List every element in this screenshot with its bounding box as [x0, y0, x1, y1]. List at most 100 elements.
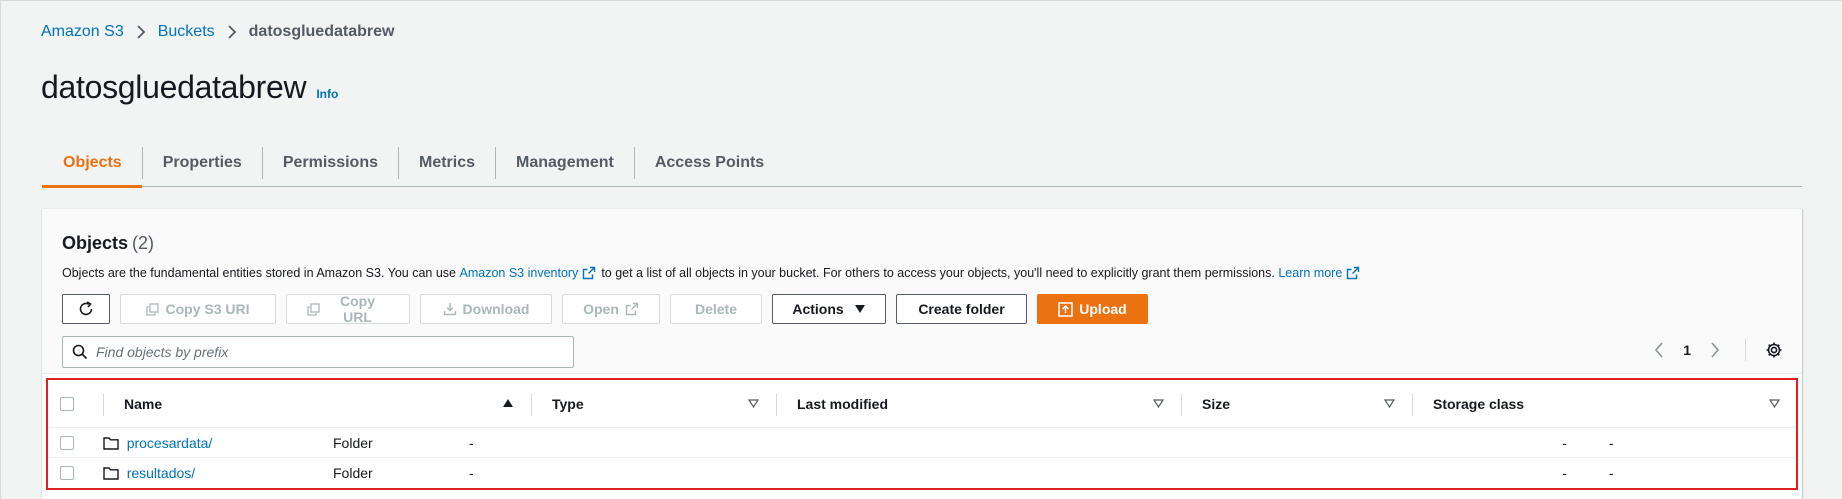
column-size-label: Size [1202, 395, 1231, 412]
info-link[interactable]: Info [316, 87, 338, 101]
panel-title-text: Objects [62, 233, 129, 253]
tab-access-points[interactable]: Access Points [633, 146, 784, 179]
pager-divider [1745, 339, 1746, 361]
sort-icon [1153, 399, 1164, 408]
objects-panel-header: Objects (2) Objects are the fundamental e… [42, 209, 1802, 374]
column-header-storage-class[interactable]: Storage class [1413, 380, 1796, 427]
copy-url-label: Copy URL [340, 293, 375, 325]
object-link[interactable]: resultados/ [127, 465, 195, 481]
tab-objects[interactable]: Objects [42, 147, 142, 188]
gear-icon[interactable] [1764, 341, 1784, 359]
name-cell: resultados/ [83, 458, 313, 488]
sort-icon [1384, 399, 1395, 408]
title-row: datosgluedatabrew Info [41, 69, 338, 106]
actions-label: Actions [792, 301, 844, 317]
open-label: Open [583, 301, 619, 317]
search-icon [72, 344, 88, 360]
tab-management[interactable]: Management [495, 146, 634, 179]
column-header-size[interactable]: Size [1182, 380, 1413, 427]
chevron-left-icon[interactable] [1649, 342, 1669, 358]
external-link-icon [582, 266, 596, 280]
column-storage-class-label: Storage class [1433, 395, 1525, 412]
column-header-last-modified[interactable]: Last modified [777, 380, 1182, 427]
chevron-right-icon[interactable] [1705, 342, 1725, 358]
sort-icon [1769, 399, 1780, 408]
caret-down-icon [854, 304, 866, 314]
download-icon [443, 302, 457, 316]
objects-panel: Objects (2) Objects are the fundamental e… [42, 208, 1802, 499]
size-cell: - [1562, 434, 1567, 451]
breadcrumb-current: datosgluedatabrew [248, 23, 395, 40]
storage-class-cell: - [1608, 465, 1614, 481]
download-button[interactable]: Download [420, 294, 552, 324]
upload-icon [1058, 301, 1074, 317]
name-cell: procesardata/ [83, 428, 313, 457]
tab-metrics[interactable]: Metrics [397, 146, 495, 179]
row-select-cell [48, 458, 83, 488]
upload-label: Upload [1079, 301, 1127, 317]
delete-label: Delete [694, 301, 738, 317]
sort-ascending-icon [502, 398, 514, 408]
table-row[interactable]: resultados/ Folder - - - [48, 458, 1796, 488]
objects-toolbar: Copy S3 URI Copy URL Download Open Delet… [62, 293, 1148, 325]
refresh-icon [78, 301, 94, 317]
sort-icon [748, 399, 759, 408]
actions-dropdown[interactable]: Actions [772, 294, 886, 324]
breadcrumb-buckets[interactable]: Buckets [158, 23, 215, 41]
folder-icon [102, 436, 119, 450]
tab-permissions[interactable]: Permissions [261, 146, 398, 179]
external-link-icon [1346, 266, 1360, 280]
open-button[interactable]: Open [562, 294, 660, 324]
create-folder-button[interactable]: Create folder [896, 294, 1027, 324]
page-number[interactable]: 1 [1683, 342, 1691, 358]
column-header-type[interactable]: Type [532, 380, 777, 427]
copy-s3-uri-label: Copy S3 URI [165, 301, 250, 317]
chevron-right-icon [136, 25, 146, 39]
select-all-cell [48, 380, 104, 427]
row-checkbox[interactable] [60, 435, 74, 450]
table-row[interactable]: procesardata/ Folder - - - [48, 428, 1796, 458]
create-folder-label: Create folder [918, 301, 1005, 317]
storage-class-cell: - [1608, 434, 1614, 451]
panel-title: Objects (2) [62, 233, 154, 254]
delete-button[interactable]: Delete [670, 294, 762, 324]
learn-more-link[interactable]: Learn more [1278, 266, 1342, 280]
object-count: (2) [132, 233, 155, 253]
column-header-name[interactable]: Name [104, 380, 532, 427]
copy-icon [307, 302, 320, 316]
refresh-button[interactable] [62, 294, 110, 324]
object-link[interactable]: procesardata/ [127, 435, 213, 451]
column-last-modified-label: Last modified [797, 395, 889, 412]
type-cell: Folder [333, 434, 373, 451]
tab-bar: Objects Properties Permissions Metrics M… [42, 139, 1802, 188]
copy-url-button[interactable]: Copy URL [286, 293, 410, 325]
breadcrumb-amazon-s3[interactable]: Amazon S3 [41, 23, 124, 41]
panel-description: Objects are the fundamental entities sto… [62, 266, 1365, 280]
inventory-link[interactable]: Amazon S3 inventory [460, 266, 579, 280]
copy-s3-uri-button[interactable]: Copy S3 URI [120, 294, 276, 324]
search-box [62, 336, 574, 368]
chevron-right-icon [227, 25, 237, 39]
search-input[interactable] [96, 344, 556, 360]
download-label: Download [462, 301, 530, 317]
description-text-end: to get a list of all objects in your buc… [601, 266, 1275, 280]
copy-icon [146, 302, 160, 316]
select-all-checkbox[interactable] [60, 396, 74, 411]
row-select-cell [48, 428, 83, 457]
objects-table: Name Type Last modified Size Storage cla… [46, 378, 1798, 490]
column-type-label: Type [552, 395, 584, 412]
upload-button[interactable]: Upload [1037, 294, 1148, 324]
pagination: 1 [1649, 339, 1784, 361]
external-link-icon [625, 302, 639, 316]
type-cell: Folder [333, 465, 373, 481]
table-header: Name Type Last modified Size Storage cla… [48, 380, 1796, 428]
column-name-label: Name [124, 395, 163, 412]
description-text-start: Objects are the fundamental entities sto… [62, 266, 457, 280]
page-title: datosgluedatabrew [41, 69, 307, 105]
row-checkbox[interactable] [60, 466, 74, 480]
last-modified-cell: - [468, 434, 474, 451]
breadcrumb: Amazon S3 Buckets datosgluedatabrew [41, 23, 394, 41]
tab-properties[interactable]: Properties [141, 146, 262, 179]
folder-icon [102, 466, 119, 480]
size-cell: - [1562, 465, 1567, 481]
